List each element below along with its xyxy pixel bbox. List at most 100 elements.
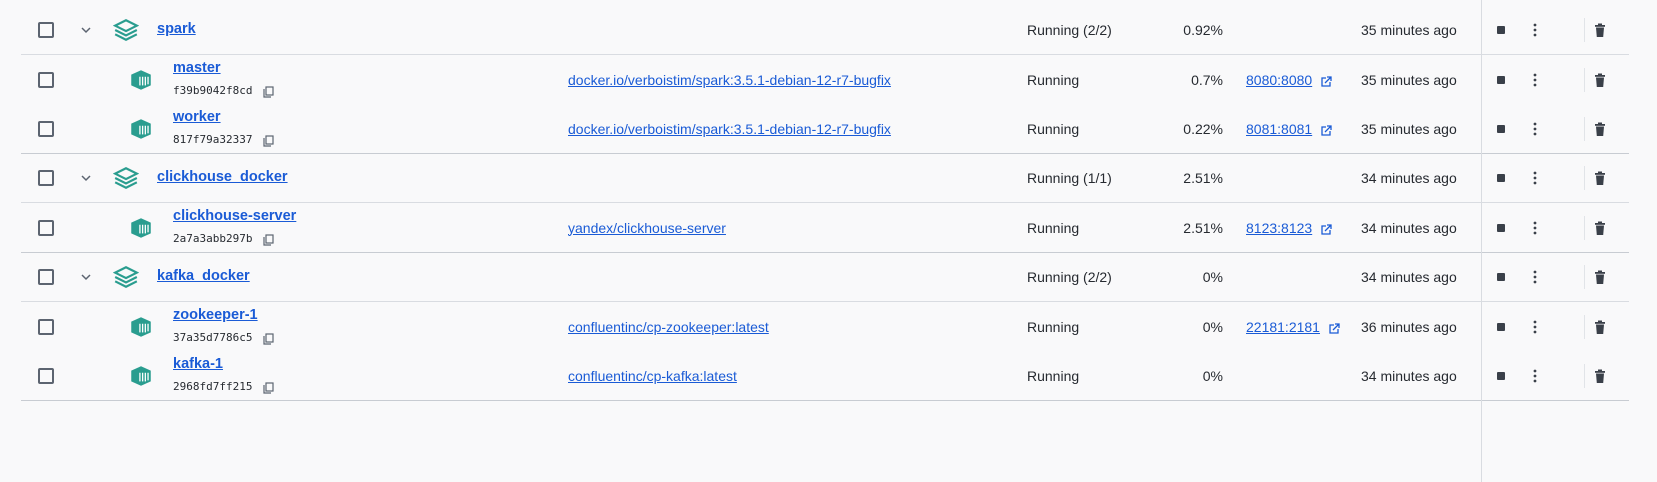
stack-icon (112, 264, 140, 290)
container-checkbox[interactable] (38, 71, 54, 88)
stack-icon (112, 17, 140, 43)
action-separator (1584, 265, 1585, 289)
delete-button[interactable] (1594, 221, 1606, 235)
action-separator (1584, 363, 1585, 388)
action-separator (1584, 116, 1585, 141)
container-image-link[interactable]: confluentinc/cp-kafka:latest (568, 368, 737, 384)
action-separator (1584, 18, 1585, 42)
group-checkbox[interactable] (38, 269, 54, 285)
more-options-button[interactable] (1533, 270, 1537, 284)
container-row: zookeeper-1 37a35d7786c5 confluentinc/cp-z… (21, 302, 1629, 351)
container-row: worker 817f79a32337 docker.io/verboistim/s… (21, 104, 1629, 154)
external-link-icon[interactable] (1320, 223, 1333, 235)
stop-button[interactable] (1497, 26, 1505, 34)
delete-button[interactable] (1594, 320, 1606, 334)
container-time: 35 minutes ago (1361, 71, 1457, 88)
action-separator (1584, 67, 1585, 92)
container-image-link[interactable]: yandex/clickhouse-server (568, 220, 726, 236)
group-time: 34 minutes ago (1361, 269, 1457, 285)
container-image-link[interactable]: docker.io/verboistim/spark:3.5.1-debian-… (568, 121, 891, 137)
external-link-icon[interactable] (1320, 75, 1333, 87)
more-options-button[interactable] (1533, 122, 1537, 136)
container-cpu: 0.22% (1183, 120, 1223, 137)
group-cpu: 2.51% (1183, 170, 1223, 186)
container-row: kafka-1 2968fd7ff215 confluentinc/cp-kafka… (21, 351, 1629, 401)
container-status: Running (1027, 367, 1080, 384)
container-checkbox[interactable] (38, 318, 54, 335)
container-image-link[interactable]: docker.io/verboistim/spark:3.5.1-debian-… (568, 72, 891, 88)
container-cpu: 0.7% (1191, 71, 1223, 88)
copy-icon[interactable] (262, 85, 274, 98)
more-options-button[interactable] (1533, 171, 1537, 185)
copy-icon[interactable] (262, 233, 274, 246)
stop-button[interactable] (1497, 124, 1505, 133)
port-link[interactable]: 8081:8081 (1246, 121, 1312, 137)
delete-button[interactable] (1594, 23, 1606, 37)
container-id: 2968fd7ff215 (173, 379, 253, 393)
container-name[interactable]: zookeeper-1 (173, 307, 258, 323)
container-time: 35 minutes ago (1361, 120, 1457, 137)
port-link[interactable]: 8123:8123 (1246, 220, 1312, 236)
group-name[interactable]: spark (157, 21, 196, 37)
delete-button[interactable] (1594, 369, 1606, 383)
container-name[interactable]: master (173, 60, 221, 76)
container-row: master f39b9042f8cd docker.io/verboistim/s… (21, 55, 1629, 104)
container-status: Running (1027, 318, 1080, 335)
group-checkbox[interactable] (38, 22, 54, 38)
stop-button[interactable] (1497, 371, 1505, 380)
more-options-button[interactable] (1533, 369, 1537, 383)
more-options-button[interactable] (1533, 73, 1537, 87)
stop-button[interactable] (1497, 322, 1505, 331)
group-status: Running (2/2) (1027, 22, 1112, 38)
container-checkbox[interactable] (38, 120, 54, 137)
delete-button[interactable] (1594, 171, 1606, 185)
stop-button[interactable] (1497, 223, 1505, 232)
copy-icon[interactable] (262, 332, 274, 345)
chevron-down-icon[interactable] (79, 23, 93, 37)
copy-icon[interactable] (262, 381, 274, 394)
container-checkbox[interactable] (38, 219, 54, 236)
container-id: 2a7a3abb297b (173, 231, 253, 245)
container-time: 36 minutes ago (1361, 318, 1457, 335)
container-image-link[interactable]: confluentinc/cp-zookeeper:latest (568, 319, 769, 335)
more-options-button[interactable] (1533, 320, 1537, 334)
container-icon (128, 67, 154, 93)
external-link-icon[interactable] (1328, 322, 1340, 334)
copy-icon[interactable] (262, 134, 274, 147)
port-link[interactable]: 8080:8080 (1246, 72, 1312, 88)
container-cpu: 0% (1202, 318, 1223, 335)
containers-table: spark Running (2/2) 0.92% 35 minutes ago mas… (21, 6, 1629, 401)
container-row: clickhouse-server 2a7a3abb297b yandex/clic… (21, 203, 1629, 253)
delete-button[interactable] (1594, 73, 1606, 87)
group-checkbox[interactable] (38, 170, 54, 186)
more-options-button[interactable] (1533, 23, 1537, 37)
container-icon (128, 363, 154, 389)
container-icon (128, 116, 154, 142)
group-cpu: 0.92% (1183, 22, 1223, 38)
stop-button[interactable] (1497, 174, 1505, 182)
container-name[interactable]: clickhouse-server (173, 208, 296, 224)
delete-button[interactable] (1594, 122, 1606, 136)
group-name[interactable]: clickhouse_docker (157, 169, 288, 185)
port-link[interactable]: 22181:2181 (1246, 319, 1320, 335)
delete-button[interactable] (1594, 270, 1606, 284)
group-row: kafka_docker Running (2/2) 0% 34 minutes ag… (21, 253, 1629, 302)
group-time: 35 minutes ago (1361, 22, 1457, 38)
chevron-down-icon[interactable] (79, 171, 93, 185)
stack-icon (112, 165, 140, 191)
action-separator (1584, 166, 1585, 190)
external-link-icon[interactable] (1320, 124, 1333, 136)
container-checkbox[interactable] (38, 367, 54, 384)
action-separator (1584, 215, 1585, 240)
chevron-down-icon[interactable] (79, 270, 93, 284)
container-cpu: 2.51% (1183, 219, 1223, 236)
stop-button[interactable] (1497, 273, 1505, 281)
container-name[interactable]: kafka-1 (173, 356, 223, 372)
group-status: Running (2/2) (1027, 269, 1112, 285)
container-name[interactable]: worker (173, 109, 221, 125)
group-row: spark Running (2/2) 0.92% 35 minutes ago (21, 6, 1629, 55)
stop-button[interactable] (1497, 75, 1505, 84)
group-name[interactable]: kafka_docker (157, 268, 250, 284)
more-options-button[interactable] (1533, 221, 1537, 235)
container-cpu: 0% (1202, 367, 1223, 384)
